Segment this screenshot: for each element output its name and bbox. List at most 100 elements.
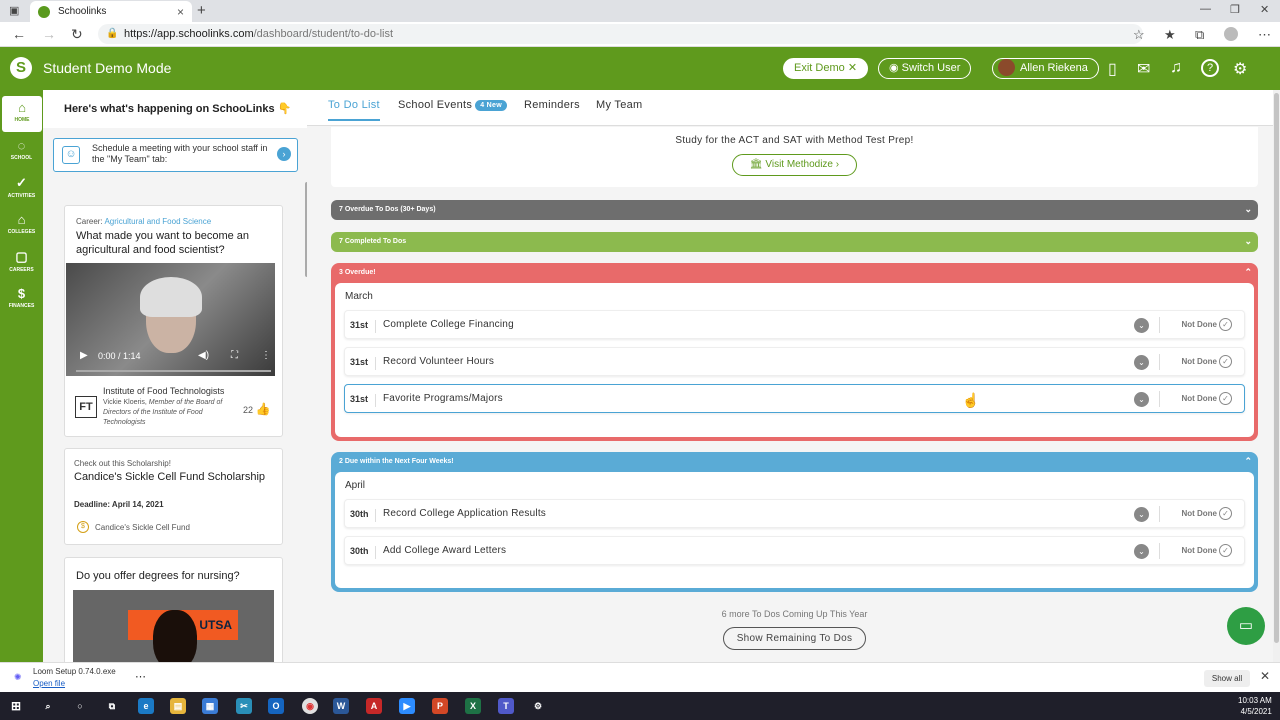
restore-icon[interactable]: ❐ [1230,3,1240,16]
career-name-link[interactable]: Agricultural and Food Science [104,217,211,226]
outlook-icon[interactable]: O [268,698,284,714]
chevron-down-icon[interactable]: ⌄ [1134,355,1149,370]
chrome-icon[interactable]: ◉ [302,698,318,714]
volume-icon[interactable]: ◀) [198,350,209,361]
overdue-30-bar[interactable]: 7 Overdue To Dos (30+ Days) ⌄ [331,200,1258,220]
scholarship-card[interactable]: Check out this Scholarship! Candice's Si… [64,448,283,545]
back-icon[interactable]: ← [12,26,26,42]
close-window-icon[interactable]: ✕ [1260,3,1269,16]
main-scrollbar[interactable] [1273,90,1280,662]
play-icon[interactable]: ▶ [80,350,88,361]
tab-school-events[interactable]: School Events 4 New [398,99,507,111]
browser-menu-icon[interactable]: ▣ [9,4,19,17]
like-count[interactable]: 22 👍 [243,402,270,416]
scholarship-title: Candice's Sickle Cell Fund Scholarship [74,471,266,483]
check-icon[interactable]: ✓ [1219,318,1232,331]
chevron-down-icon: ⌄ [1244,236,1252,246]
url-field[interactable]: 🔒 https://app.schoolinks.com/dashboard/s… [98,24,1143,44]
nav-school[interactable]: ◌ SCHOOL [0,138,43,161]
download-more-icon[interactable]: ⋯ [135,670,146,683]
video-progress-bar[interactable] [76,370,271,372]
due-soon-header[interactable]: 2 Due within the Next Four Weeks! ⌃ [331,452,1258,472]
todo-row[interactable]: 30th Add College Award Letters ⌄ Not Don… [344,536,1245,565]
word-icon[interactable]: W [333,698,349,714]
favorite-add-icon[interactable]: ☆ [1133,27,1145,43]
nav-activities[interactable]: ✓ ACTIVITIES [0,175,43,199]
close-tab-icon[interactable]: × [177,5,184,19]
windows-start-icon[interactable]: ⊞ [8,698,24,714]
powerpoint-icon[interactable]: P [432,698,448,714]
user-menu-button[interactable]: Allen Riekena [992,58,1099,79]
search-icon[interactable]: ⌕ [40,698,56,714]
completed-bar[interactable]: 7 Completed To Dos ⌄ [331,232,1258,252]
switch-user-button[interactable]: ◉ Switch User [878,58,972,79]
arrow-right-icon[interactable]: › [277,147,291,161]
check-icon[interactable]: ✓ [1219,392,1232,405]
chevron-down-icon[interactable]: ⌄ [1134,544,1149,559]
nav-colleges[interactable]: ⌂ COLLEGES [0,212,43,235]
close-icon[interactable]: ✕ [1260,669,1270,683]
browser-more-icon[interactable]: ⋯ [1258,27,1271,43]
todo-row[interactable]: 31st Record Volunteer Hours ⌄ Not Done ✓ [344,347,1245,376]
more-todos-text: 6 more To Dos Coming Up This Year [721,609,868,619]
video-player[interactable]: ▶ 0:00 / 1:14 ◀) ⛶ ⋮ [66,263,275,376]
video-more-icon[interactable]: ⋮ [261,350,271,361]
check-icon[interactable]: ✓ [1219,544,1232,557]
new-tab-icon[interactable]: + [197,2,206,19]
schoolinks-logo-icon[interactable]: S [10,57,32,79]
profile-avatar-icon[interactable] [1224,27,1238,41]
favorites-icon[interactable]: ★ [1164,27,1176,43]
file-explorer-icon[interactable]: ▤ [170,698,186,714]
overdue-header[interactable]: 3 Overdue! ⌃ [331,263,1258,283]
edge-icon[interactable]: e [138,698,154,714]
chevron-down-icon[interactable]: ⌄ [1134,507,1149,522]
school-icon: 🏛 [749,159,763,170]
collections-icon[interactable]: ⧉ [1195,27,1204,43]
nav-home-label: HOME [14,117,30,123]
cortana-icon[interactable]: ○ [72,698,88,714]
acrobat-icon[interactable]: A [366,698,382,714]
todo-row[interactable]: 30th Record College Application Results … [344,499,1245,528]
schedule-meeting-card[interactable]: ☺ Schedule a meeting with your school st… [53,138,298,172]
todo-row[interactable]: 31st Complete College Financing ⌄ Not Do… [344,310,1245,339]
task-view-icon[interactable]: ⧉ [104,698,120,714]
fullscreen-icon[interactable]: ⛶ [231,350,238,361]
screenshot-tool-icon[interactable]: ✂ [236,698,252,714]
reload-icon[interactable]: ↻ [71,26,83,43]
visit-methodize-button[interactable]: 🏛 Visit Methodize › [732,154,857,176]
open-file-link[interactable]: Open file [33,679,65,688]
chat-bubble-icon[interactable]: ▭ [1227,607,1265,645]
nursing-video[interactable]: UTSA [73,590,274,662]
check-icon[interactable]: ✓ [1219,507,1232,520]
video-speaker-hair [140,277,202,317]
chevron-down-icon[interactable]: ⌄ [1134,392,1149,407]
show-remaining-button[interactable]: Show Remaining To Dos [723,627,866,650]
forward-icon[interactable]: → [42,26,56,42]
nav-careers[interactable]: ▢ CAREERS [0,249,43,273]
url-host: https://app.schoolinks.com [124,28,254,40]
help-icon[interactable]: ? [1201,59,1219,77]
show-all-button[interactable]: Show all [1204,670,1250,687]
gear-icon[interactable]: ⚙ [1233,59,1247,79]
scrollbar-thumb[interactable] [1274,93,1279,643]
browser-tab[interactable]: Schoolinks × [30,1,192,22]
bell-icon[interactable]: ♫ [1170,59,1182,77]
chevron-down-icon[interactable]: ⌄ [1134,318,1149,333]
nav-home[interactable]: ⌂ HOME [2,96,42,132]
mail-icon[interactable]: ✉ [1137,59,1150,79]
document-icon[interactable]: ▯ [1108,59,1117,79]
settings-icon[interactable]: ⚙ [530,698,546,714]
todo-row[interactable]: 31st Favorite Programs/Majors ⌄ Not Done… [344,384,1245,413]
system-clock[interactable]: 10:03 AM 4/5/2021 [1238,695,1272,717]
store-icon[interactable]: ▦ [202,698,218,714]
teams-icon[interactable]: T [498,698,514,714]
zoom-icon[interactable]: ▶ [399,698,415,714]
excel-icon[interactable]: X [465,698,481,714]
exit-demo-button[interactable]: Exit Demo ✕ [783,58,869,79]
tab-reminders[interactable]: Reminders [524,99,580,111]
tab-to-do-list[interactable]: To Do List [328,99,380,121]
minimize-icon[interactable]: — [1200,3,1211,15]
tab-my-team[interactable]: My Team [596,99,643,111]
check-icon[interactable]: ✓ [1219,355,1232,368]
nav-finances[interactable]: $ FINANCES [0,286,43,309]
